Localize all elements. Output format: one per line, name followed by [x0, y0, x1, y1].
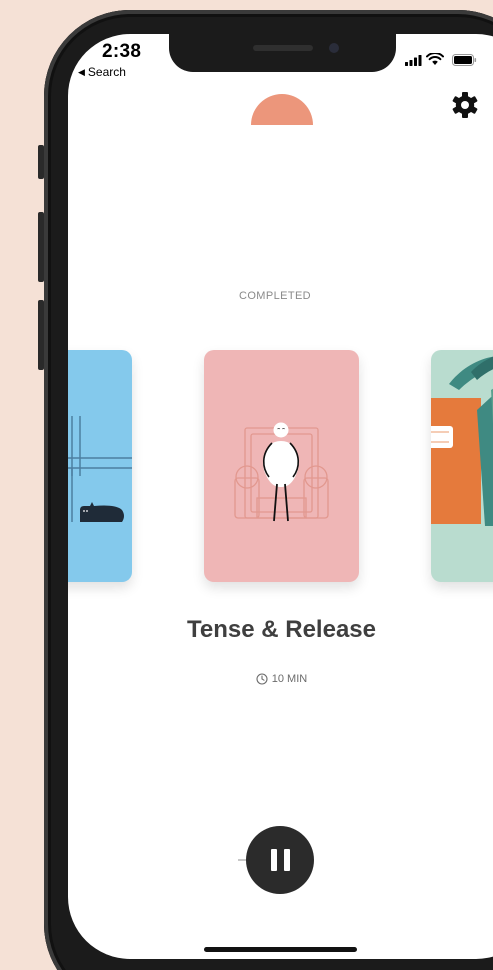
sun-logo-icon [251, 94, 313, 125]
back-arrow-icon: ◀ [78, 66, 85, 77]
app-screen: 2:38 ◀ Search COMPLETED Tense & Release … [68, 34, 493, 959]
back-label: Search [87, 65, 126, 79]
speaker [253, 45, 313, 51]
duration-text: 10 MIN [271, 673, 308, 685]
previous-session-card[interactable] [68, 350, 132, 582]
back-to-search-link[interactable]: ◀ Search [78, 65, 126, 79]
next-card-illustration [431, 356, 493, 526]
clock-icon [256, 673, 268, 685]
sleeping-cat [80, 502, 124, 522]
gear-icon[interactable] [451, 91, 479, 119]
front-camera [329, 43, 339, 53]
orange-cabinet [431, 398, 481, 524]
battery-icon [452, 54, 477, 66]
current-card-illustration [234, 422, 329, 522]
stage: 2:38 ◀ Search COMPLETED Tense & Release … [0, 0, 493, 970]
home-indicator[interactable] [204, 947, 357, 952]
previous-card-illustration [68, 416, 132, 522]
pause-button[interactable] [246, 826, 314, 894]
cellular-signal-icon [405, 55, 422, 66]
book-icon [431, 426, 453, 448]
next-session-card[interactable] [431, 350, 493, 582]
person-head [273, 422, 289, 438]
status-time: 2:38 [102, 41, 142, 62]
session-title: Tense & Release [187, 616, 376, 643]
current-session-card[interactable] [204, 350, 359, 582]
completion-status: COMPLETED [238, 290, 312, 302]
wifi-icon [426, 53, 444, 65]
sun-shape [251, 94, 313, 125]
session-duration: 10 MIN [68, 673, 493, 685]
pause-icon [270, 849, 290, 871]
notch [169, 34, 396, 72]
